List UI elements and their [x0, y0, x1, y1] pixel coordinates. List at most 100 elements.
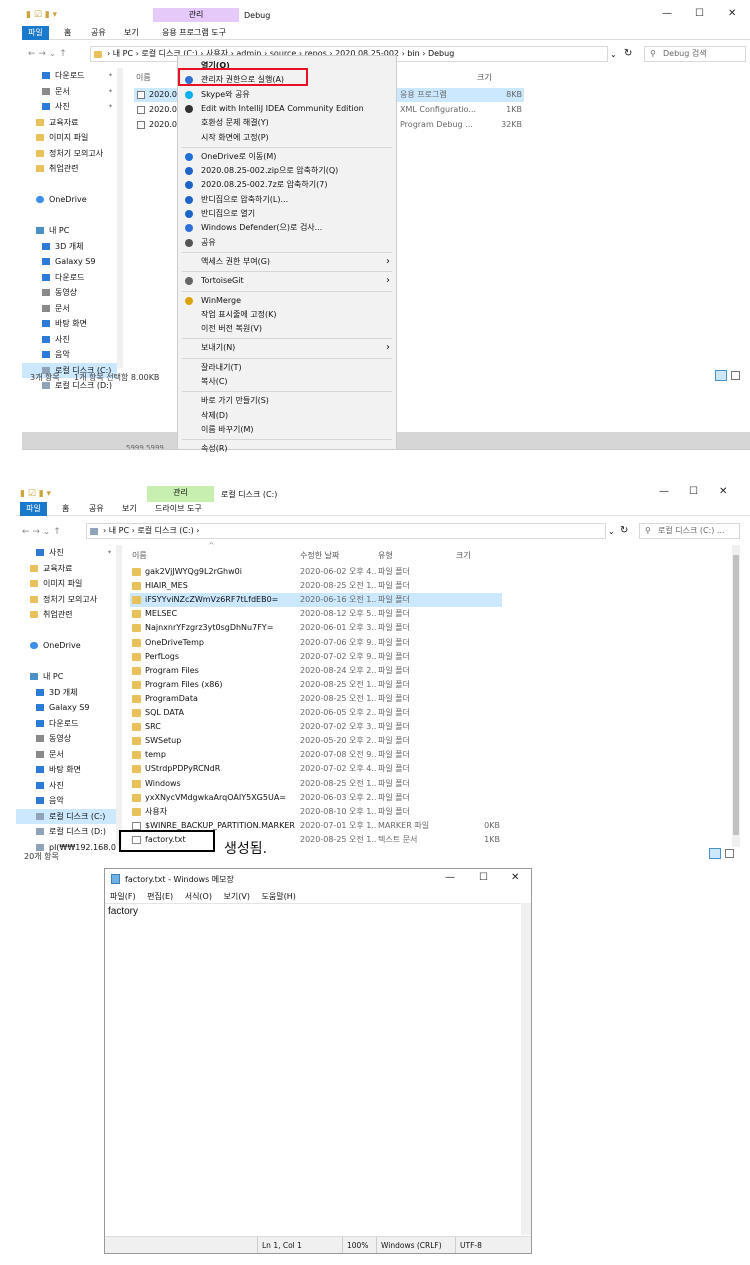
tab-file[interactable]: 파일: [22, 26, 49, 40]
context-menu-item[interactable]: 바로 가기 만들기(S): [178, 394, 396, 408]
nav-back-button-2[interactable]: ← → ⌄ ↑: [22, 527, 61, 537]
nav-item[interactable]: 취업관련: [22, 161, 117, 177]
maximize-button[interactable]: ☐: [695, 8, 704, 19]
nav-item[interactable]: 문서: [16, 747, 116, 763]
nav-item[interactable]: 음악: [22, 347, 117, 363]
nav-item[interactable]: Galaxy S9: [16, 700, 116, 716]
menu-view[interactable]: 보기(V): [224, 892, 250, 901]
large-icons-view-icon-2[interactable]: [725, 849, 734, 858]
context-menu-item[interactable]: 이름 바꾸기(M): [178, 423, 396, 437]
nav-scrollbar-2[interactable]: [116, 545, 122, 845]
refresh-icon-2[interactable]: ↻: [620, 525, 628, 536]
context-menu-item[interactable]: Edit with IntelliJ IDEA Community Editio…: [178, 102, 396, 116]
file-row[interactable]: MELSEC 2020-08-12 오후 5... 파일 폴더: [130, 607, 502, 621]
file-row[interactable]: UStrdpPDPyRCNdR 2020-07-02 오후 4... 파일 폴더: [130, 762, 502, 776]
nav-item[interactable]: 동영상: [16, 731, 116, 747]
address-bar-2[interactable]: › 내 PC › 로컬 디스크 (C:) ›: [86, 523, 606, 539]
context-menu-item[interactable]: 속성(R): [178, 442, 396, 456]
address-dropdown-icon-2[interactable]: ⌄: [608, 527, 615, 536]
nav-item[interactable]: 동영상: [22, 285, 117, 301]
file-list-scrollbar-thumb[interactable]: [733, 555, 739, 835]
nav-item[interactable]: 이미지 파일: [16, 576, 116, 592]
nav-item[interactable]: 3D 개체: [16, 685, 116, 701]
search-input[interactable]: ⚲ Debug 검색: [644, 46, 746, 62]
nav-item[interactable]: 이미지 파일: [22, 130, 117, 146]
nav-item[interactable]: 교육자료: [16, 561, 116, 577]
notepad-vscroll[interactable]: [521, 903, 531, 1235]
nav-item[interactable]: Galaxy S9: [22, 254, 117, 270]
nav-item[interactable]: 문서: [22, 301, 117, 317]
nav-item[interactable]: 다운로드: [16, 716, 116, 732]
file-list-scrollbar[interactable]: [732, 545, 740, 847]
context-menu-item[interactable]: TortoiseGit ›: [178, 274, 396, 288]
context-menu-item[interactable]: 공유: [178, 236, 396, 250]
file-row[interactable]: Windows 2020-08-25 오전 1... 파일 폴더: [130, 777, 502, 791]
tab-home[interactable]: 홈: [60, 26, 75, 40]
nav-item[interactable]: 취업관련: [16, 607, 116, 623]
nav-item[interactable]: 내 PC: [22, 223, 117, 239]
context-menu-item[interactable]: 호환성 문제 해결(Y): [178, 116, 396, 130]
context-menu-item[interactable]: WinMerge: [178, 294, 396, 308]
nav-item[interactable]: 정처기 모의고사: [16, 592, 116, 608]
file-row[interactable]: SWSetup 2020-05-20 오후 2... 파일 폴더: [130, 734, 502, 748]
tab-home-2[interactable]: 홈: [58, 502, 73, 516]
context-menu-item[interactable]: 보내기(N) ›: [178, 341, 396, 355]
quick-access-toolbar[interactable]: ▮ ☑ ▮ ▾: [26, 10, 57, 20]
tab-view[interactable]: 보기: [120, 26, 143, 40]
search-input-2[interactable]: ⚲ 로컬 디스크 (C:) ...: [639, 523, 740, 539]
context-menu-item[interactable]: Windows Defender(으)로 검사...: [178, 221, 396, 235]
nav-item[interactable]: 문서 ✦: [22, 84, 117, 100]
nav-item[interactable]: 3D 개체: [22, 239, 117, 255]
nav-item[interactable]: 사진: [22, 332, 117, 348]
tab-share-2[interactable]: 공유: [85, 502, 108, 516]
context-menu-item[interactable]: 액세스 권한 부여(G) ›: [178, 255, 396, 269]
nav-item[interactable]: 바탕 화면: [22, 316, 117, 332]
file-row[interactable]: ProgramData 2020-08-25 오전 1... 파일 폴더: [130, 692, 502, 706]
nav-item[interactable]: 사진 ✦: [22, 99, 117, 115]
notepad-minimize-button[interactable]: —: [445, 872, 455, 883]
tab-view-2[interactable]: 보기: [118, 502, 141, 516]
menu-format[interactable]: 서식(O): [185, 892, 212, 901]
nav-item[interactable]: 음악: [16, 793, 116, 809]
nav-item[interactable]: 로컬 디스크 (C:): [16, 808, 116, 824]
context-menu-item[interactable]: 반디집으로 압축하기(L)...: [178, 193, 396, 207]
context-menu-item[interactable]: 시작 화면에 고정(P): [178, 131, 396, 145]
manage-context-tab[interactable]: 관리: [153, 8, 239, 22]
column-header-name-2[interactable]: 이름: [132, 550, 147, 561]
context-menu-item[interactable]: 2020.08.25-002.zip으로 압축하기(Q): [178, 164, 396, 178]
nav-item[interactable]: 로컬 디스크 (D:): [16, 824, 116, 840]
tab-app-tools[interactable]: 응용 프로그램 도구: [158, 26, 230, 40]
column-header-size-2[interactable]: 크기: [456, 550, 471, 561]
nav-item[interactable]: OneDrive: [22, 192, 117, 208]
close-button[interactable]: ✕: [728, 8, 736, 19]
file-row[interactable]: SQL DATA 2020-06-05 오후 2... 파일 폴더: [130, 706, 502, 720]
maximize-button-2[interactable]: ☐: [689, 486, 698, 497]
file-row[interactable]: HIAIR_MES 2020-08-25 오전 1... 파일 폴더: [130, 579, 502, 593]
nav-item[interactable]: 다운로드 ✦: [22, 68, 117, 84]
context-menu-item[interactable]: 2020.08.25-002.7z로 압축하기(7): [178, 178, 396, 192]
context-menu-item[interactable]: 작업 표시줄에 고정(K): [178, 308, 396, 322]
address-dropdown-icon[interactable]: ⌄: [610, 50, 617, 59]
tab-drive-tools[interactable]: 드라이브 도구: [151, 502, 206, 516]
column-header-date[interactable]: 수정한 날짜: [300, 550, 339, 561]
context-menu-item[interactable]: 잘라내기(T): [178, 361, 396, 375]
nav-item[interactable]: 정처기 모의고사: [22, 146, 117, 162]
file-row[interactable]: 사용자 2020-08-10 오후 1... 파일 폴더: [130, 805, 502, 819]
minimize-button-2[interactable]: —: [659, 486, 669, 497]
file-row[interactable]: yxXNycVMdgwkaArqOAIY5XG5UA= 2020-06-03 오후…: [130, 791, 502, 805]
nav-item[interactable]: 바탕 화면: [16, 762, 116, 778]
file-row[interactable]: Program Files 2020-08-24 오후 2... 파일 폴더: [130, 664, 502, 678]
menu-file[interactable]: 파일(F): [110, 892, 136, 901]
context-menu-item[interactable]: OneDrive로 이동(M): [178, 150, 396, 164]
quick-access-toolbar-2[interactable]: ▮ ☑ ▮ ▾: [20, 489, 51, 499]
column-header-name[interactable]: 이름: [136, 72, 151, 83]
file-row[interactable]: OneDriveTemp 2020-07-06 오후 9... 파일 폴더: [130, 636, 502, 650]
manage-context-tab-2[interactable]: 관리: [147, 486, 214, 502]
details-view-icon[interactable]: [715, 370, 727, 381]
file-row[interactable]: PerfLogs 2020-07-02 오후 9... 파일 폴더: [130, 650, 502, 664]
file-row[interactable]: NajnxnrYFzgrz3yt0sgDhNu7FY= 2020-06-01 오후…: [130, 621, 502, 635]
close-button-2[interactable]: ✕: [719, 486, 727, 497]
nav-scrollbar[interactable]: [117, 68, 123, 368]
context-menu-item[interactable]: 복사(C): [178, 375, 396, 389]
menu-help[interactable]: 도움말(H): [262, 892, 296, 901]
